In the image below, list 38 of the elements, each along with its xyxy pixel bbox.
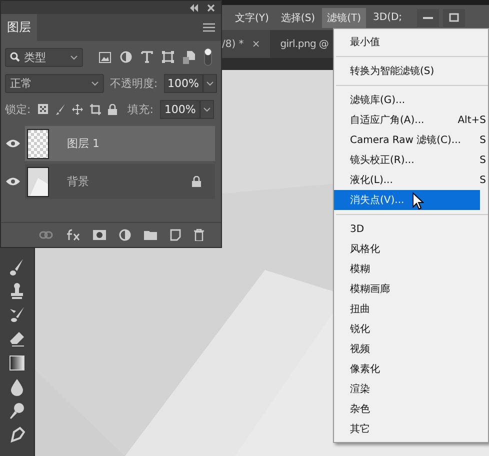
menu-item[interactable]: 其它 (334, 419, 488, 439)
opacity-label: 不透明度: (110, 76, 158, 90)
fill-label: 填充: (128, 102, 154, 116)
shortcut-text: S (478, 134, 487, 146)
document-tab[interactable]: /8) * × (222, 30, 270, 58)
menu-item[interactable]: 镜头校正(R)... S (334, 150, 488, 170)
menu-item[interactable]: 模糊 (334, 259, 488, 279)
blend-mode-dropdown[interactable]: 正常 (5, 74, 104, 92)
opacity-field[interactable]: 100% (164, 74, 203, 92)
panel-tab[interactable]: 图层 (1, 14, 37, 41)
menu-item[interactable]: 锐化 (334, 319, 488, 339)
menu-item[interactable]: 3D (334, 219, 488, 239)
fill-field[interactable]: 100% (160, 100, 200, 118)
menu-item[interactable]: 扭曲 (334, 299, 488, 319)
menu-item[interactable]: 模糊画廊 (334, 279, 488, 299)
menu-item[interactable]: 滤镜库(G)... (334, 90, 488, 110)
menu-item[interactable]: 液化(L)... S (334, 170, 488, 190)
menu-item[interactable]: 风格化 (334, 239, 488, 259)
menu-item[interactable]: 杂色 (334, 399, 488, 419)
menu-item[interactable]: 文字(Y) (230, 8, 274, 28)
menu-item[interactable]: 渲染 (334, 379, 488, 399)
filter-dropdown[interactable]: 类型 (5, 48, 83, 66)
shortcut-text: S (478, 154, 487, 166)
menu-item[interactable]: 转换为智能滤镜(S) (334, 61, 488, 81)
menu-item[interactable]: 像素化 (334, 359, 488, 379)
shortcut-text: S (478, 174, 487, 186)
menu-item[interactable]: 3D(D; (368, 9, 408, 26)
menu-item[interactable]: Camera Raw 滤镜(C)... S (334, 130, 488, 150)
menu-item[interactable]: 消失点(V)... (334, 190, 480, 210)
menu-item[interactable]: 视频 (334, 339, 488, 359)
lock-label: 锁定: (5, 102, 31, 116)
layer-name: 背景 (67, 174, 89, 189)
layer-name: 图层 1 (67, 136, 100, 151)
close-icon[interactable]: × (252, 38, 260, 50)
shortcut-text: Alt+S (456, 114, 487, 126)
menu-item[interactable]: 选择(S) (276, 8, 320, 28)
menu-item[interactable]: 自适应广角(A)... Alt+S (334, 110, 488, 130)
menu-item[interactable]: 滤镜(T) (322, 8, 366, 28)
